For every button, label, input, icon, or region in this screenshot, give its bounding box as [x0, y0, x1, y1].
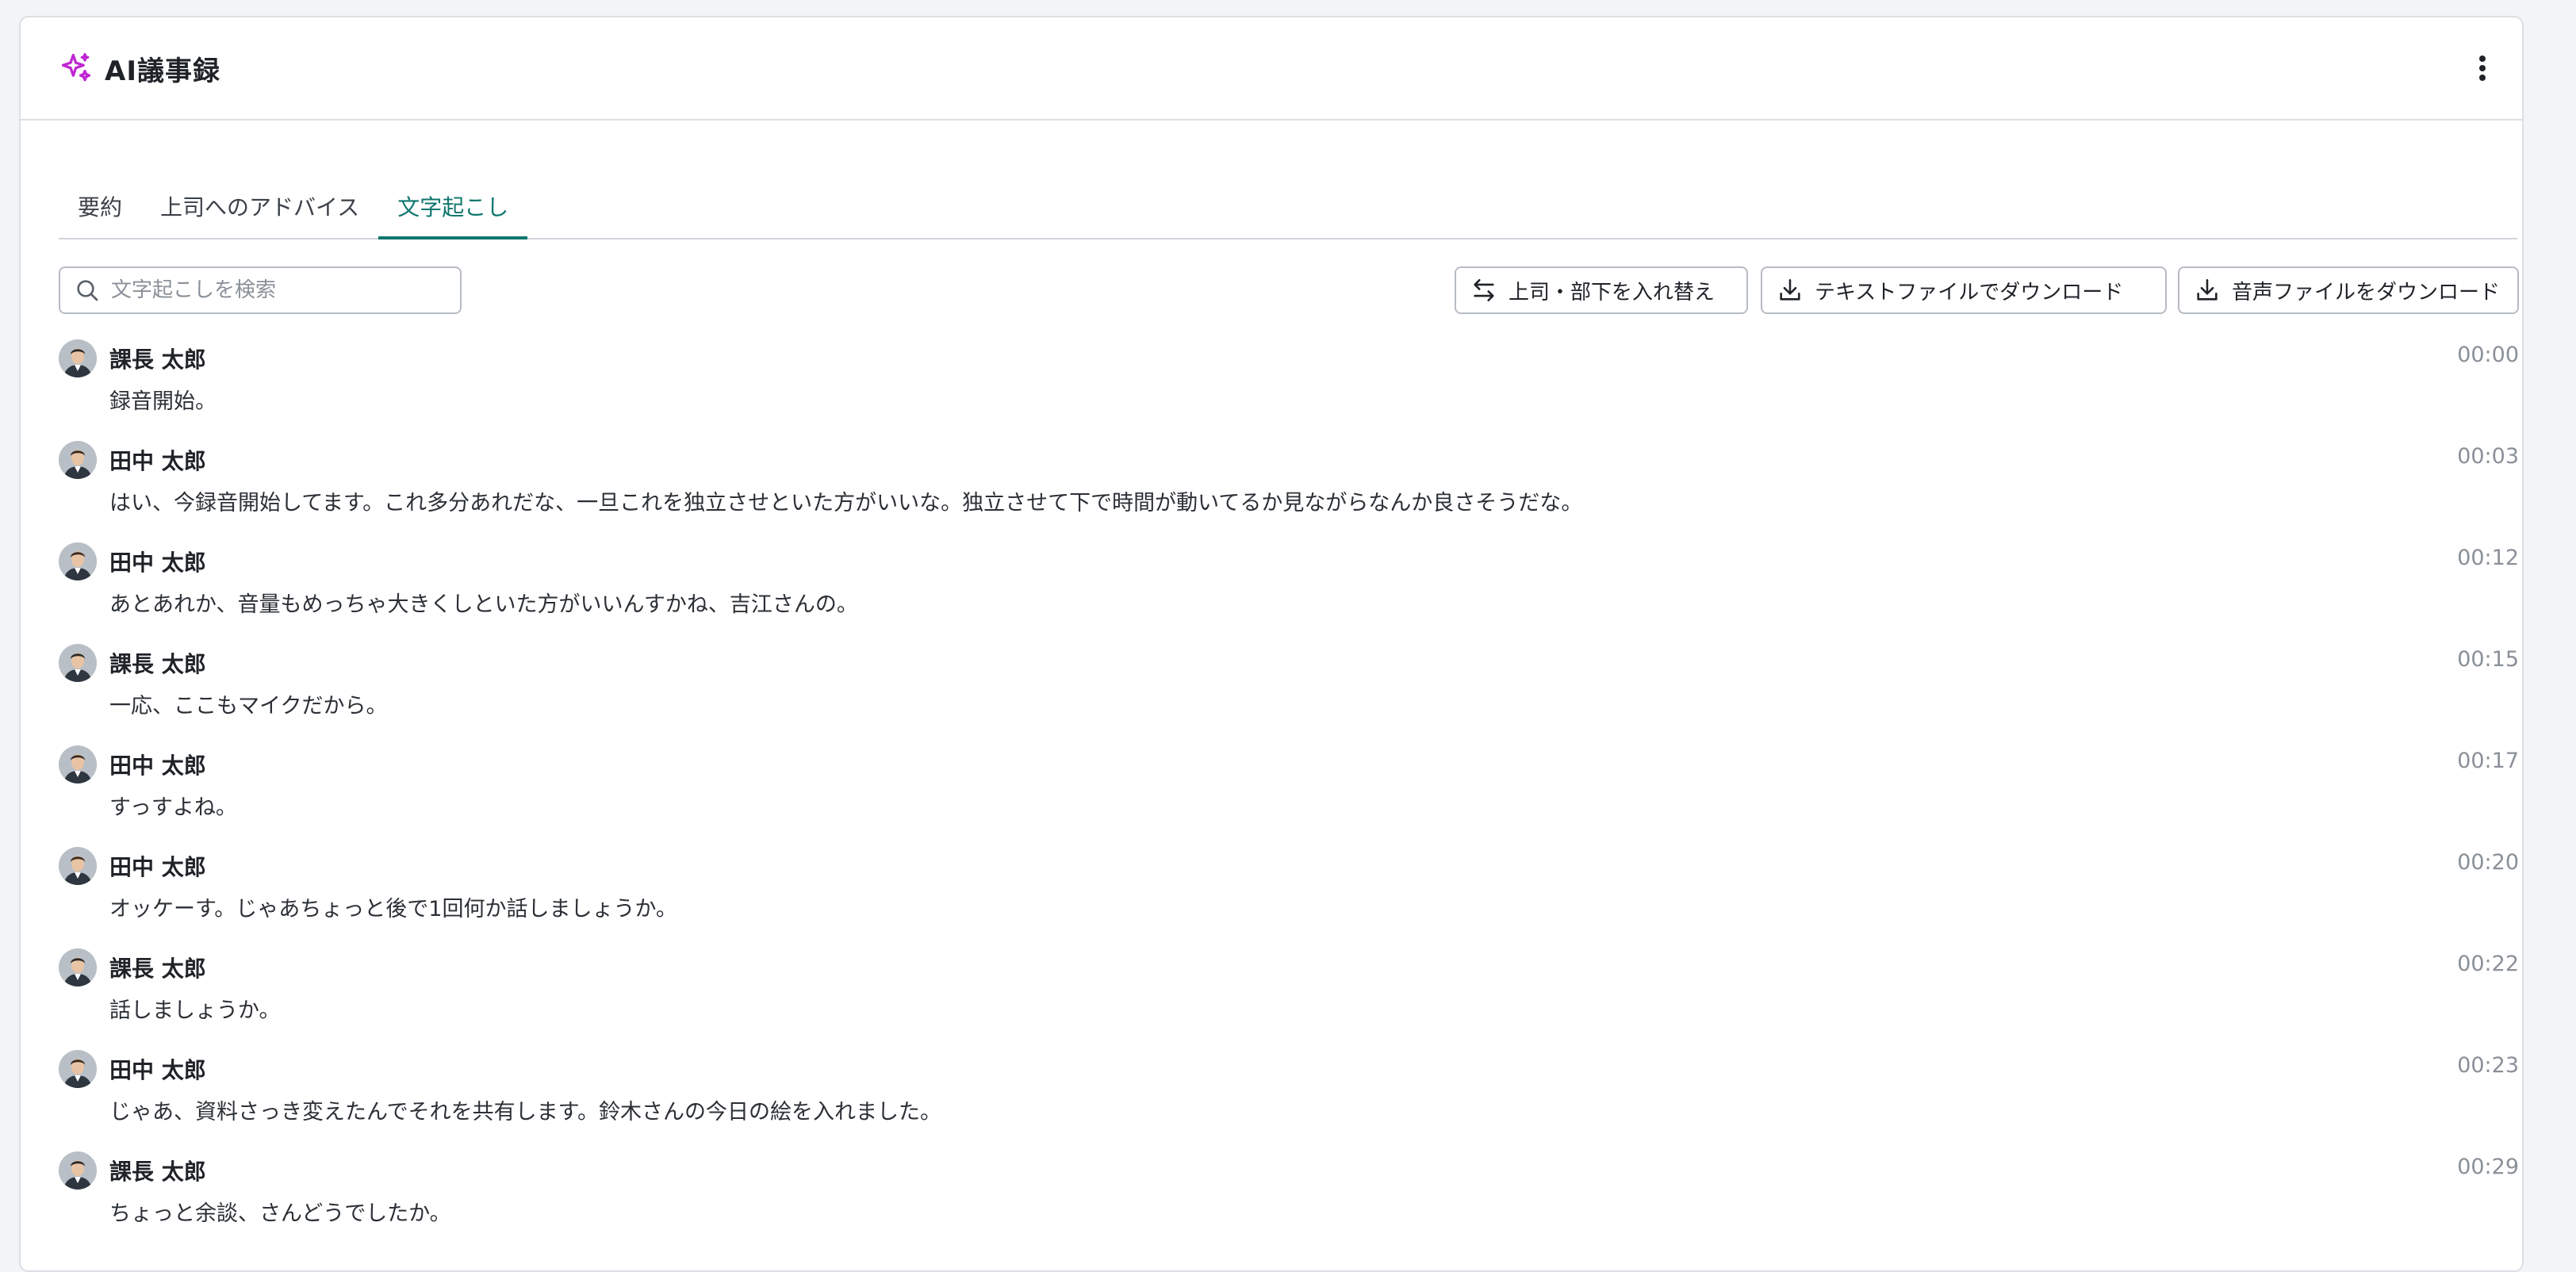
speaker-name: 課長 太郎: [109, 347, 206, 373]
speaker-name: 田中 太郎: [109, 448, 206, 474]
tab-bar: 要約 上司へのアドバイス 文字起こし: [59, 168, 2517, 239]
avatar: [59, 441, 97, 479]
avatar: [59, 644, 97, 682]
transcript-entry: 田中 太郎 00:23 じゃあ、資料さっき変えたんでそれを共有します。鈴木さんの今日…: [59, 1048, 2519, 1150]
transcript-entry: 課長 太郎 00:00 録音開始。: [59, 338, 2519, 439]
more-menu-button[interactable]: [2459, 44, 2506, 92]
utterance-text: じゃあ、資料さっき変えたんでそれを共有します。鈴木さんの今日の絵を入れました。: [109, 1100, 941, 1124]
utterance-text: ちょっと余談、さんどうでしたか。: [109, 1201, 451, 1226]
swap-roles-button[interactable]: 上司・部下を入れ替え: [1455, 266, 1748, 314]
search-input[interactable]: [109, 278, 446, 303]
speaker-name: 田中 太郎: [109, 753, 206, 779]
timestamp[interactable]: 00:17: [2457, 749, 2519, 773]
timestamp[interactable]: 00:03: [2457, 444, 2519, 469]
download-audio-label: 音声ファイルをダウンロード: [2232, 280, 2501, 305]
transcript-entry: 田中 太郎 00:12 あとあれか、音量もめっちゃ大きくしといた方がいいんすかね、吉…: [59, 541, 2519, 642]
transcript-entry: 課長 太郎 00:29 ちょっと余談、さんどうでしたか。: [59, 1150, 2519, 1251]
timestamp[interactable]: 00:29: [2457, 1155, 2519, 1179]
transcript-entry: 課長 太郎 00:22 話しましょうか。: [59, 947, 2519, 1048]
transcript-entry: 課長 太郎 00:15 一応、ここもマイクだから。: [59, 642, 2519, 744]
download-icon: [1780, 278, 1800, 301]
utterance-text: オッケーす。じゃあちょっと後で1回何か話しましょうか。: [109, 897, 677, 921]
timestamp[interactable]: 00:20: [2457, 850, 2519, 875]
transcript-toolbar: 上司・部下を入れ替え テキストファイルでダウンロード 音声ファイルをダウンロード: [59, 266, 2519, 317]
timestamp[interactable]: 00:00: [2457, 343, 2519, 367]
search-icon: [77, 280, 98, 301]
download-text-button[interactable]: テキストファイルでダウンロード: [1761, 266, 2167, 314]
timestamp[interactable]: 00:15: [2457, 647, 2519, 672]
speaker-name: 課長 太郎: [109, 651, 206, 677]
utterance-text: あとあれか、音量もめっちゃ大きくしといた方がいいんすかね、吉江さんの。: [109, 592, 858, 617]
transcript-entry: 田中 太郎 00:20 オッケーす。じゃあちょっと後で1回何か話しましょうか。: [59, 845, 2519, 947]
timestamp[interactable]: 00:12: [2457, 546, 2519, 570]
transcript-entry: 田中 太郎 00:17 すっすよね。: [59, 744, 2519, 845]
utterance-text: 録音開始。: [109, 389, 217, 414]
more-vertical-icon: [2479, 56, 2486, 81]
minutes-card: AI議事録 要約 上司へのアドバイス 文字起こし 上司・部下: [19, 16, 2524, 1272]
avatar: [59, 745, 97, 784]
utterance-text: すっすよね。: [109, 795, 237, 820]
transcript-list: 課長 太郎 00:00 録音開始。田中 太郎 00:03 はい、今録音開始してます。これ…: [59, 338, 2519, 1251]
utterance-text: 一応、ここもマイクだから。: [109, 694, 388, 718]
download-icon: [2197, 278, 2218, 301]
speaker-name: 課長 太郎: [109, 1159, 206, 1185]
avatar: [59, 1151, 97, 1190]
avatar: [59, 948, 97, 987]
speaker-name: 田中 太郎: [109, 854, 206, 880]
page-title: AI議事録: [105, 55, 220, 87]
speaker-name: 課長 太郎: [109, 956, 206, 982]
tab-summary[interactable]: 要約: [59, 190, 141, 238]
avatar: [59, 847, 97, 885]
speaker-name: 田中 太郎: [109, 1057, 206, 1083]
search-box[interactable]: [59, 266, 462, 314]
utterance-text: はい、今録音開始してます。これ多分あれだな、一旦これを独立させといた方がいいな。…: [109, 491, 1583, 515]
avatar: [59, 542, 97, 580]
timestamp[interactable]: 00:23: [2457, 1053, 2519, 1078]
swap-icon: [1474, 278, 1494, 302]
transcript-entry: 田中 太郎 00:03 はい、今録音開始してます。これ多分あれだな、一旦これを独立さ…: [59, 439, 2519, 541]
download-text-label: テキストファイルでダウンロード: [1815, 280, 2124, 305]
tab-transcript[interactable]: 文字起こし: [378, 190, 528, 239]
download-audio-button[interactable]: 音声ファイルをダウンロード: [2178, 266, 2519, 314]
utterance-text: 話しましょうか。: [109, 998, 281, 1023]
swap-roles-label: 上司・部下を入れ替え: [1508, 280, 1715, 305]
tab-advice[interactable]: 上司へのアドバイス: [141, 190, 378, 238]
avatar: [59, 1050, 97, 1088]
speaker-name: 田中 太郎: [109, 550, 206, 576]
card-header: AI議事録: [21, 17, 2522, 121]
timestamp[interactable]: 00:22: [2457, 952, 2519, 976]
avatar: [59, 339, 97, 377]
sparkles-icon: [59, 51, 94, 86]
